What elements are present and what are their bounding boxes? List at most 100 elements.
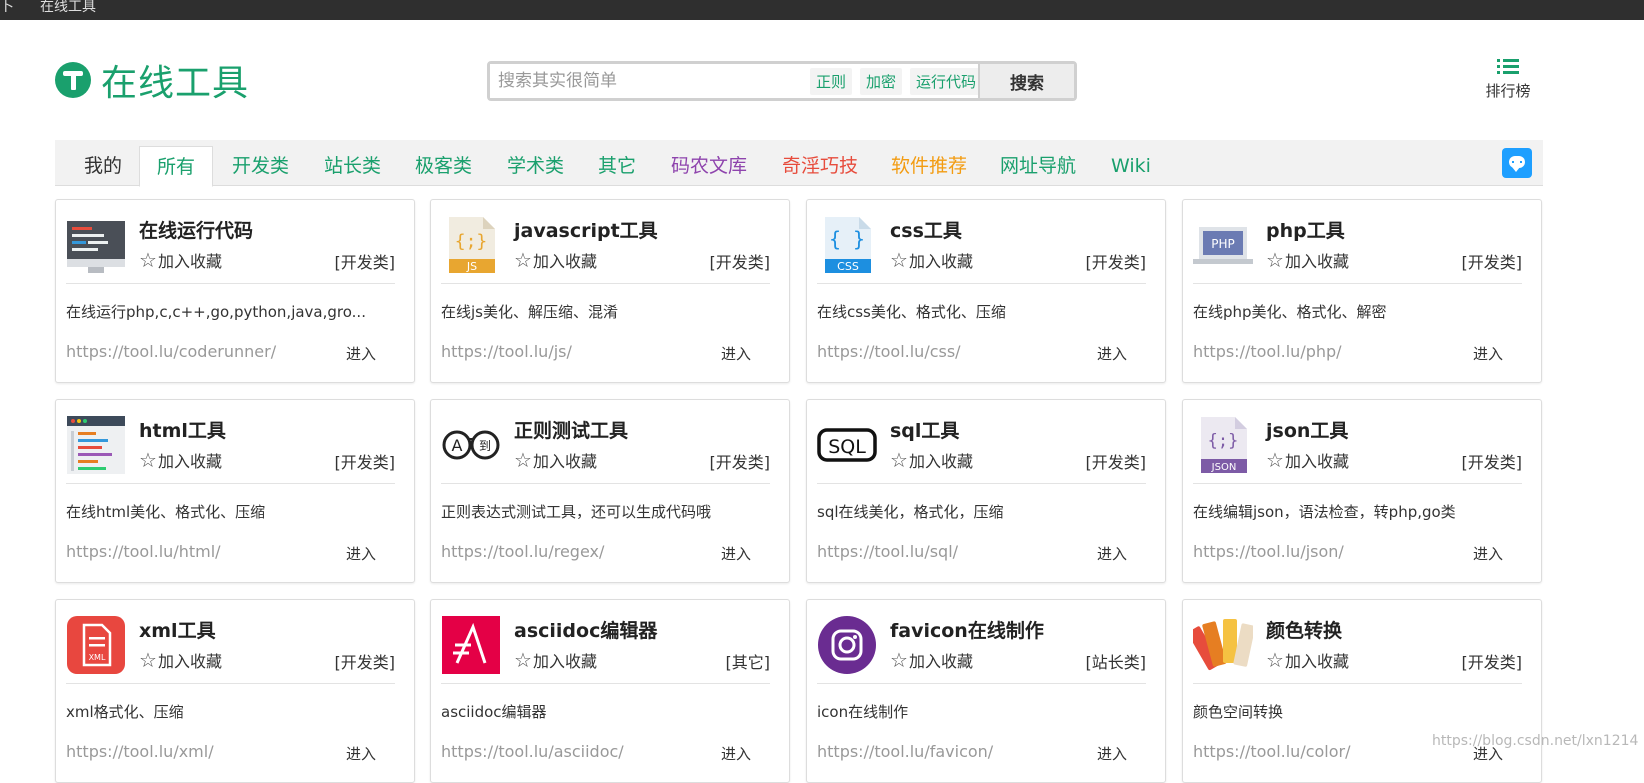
tool-title[interactable]: sql工具 xyxy=(890,416,959,443)
tool-url[interactable]: https://tool.lu/coderunner/ xyxy=(66,342,276,361)
enter-button[interactable]: 进入 xyxy=(1473,343,1503,364)
tool-card-json[interactable]: {;} JSON json工具 ☆ 加入收藏 [开发类] 在线编辑json，语法检… xyxy=(1182,399,1542,583)
tool-title[interactable]: html工具 xyxy=(139,416,226,443)
tool-title[interactable]: json工具 xyxy=(1266,416,1348,443)
tool-title[interactable]: 正则测试工具 xyxy=(514,416,628,443)
html-editor-icon xyxy=(67,416,125,474)
tool-url[interactable]: https://tool.lu/php/ xyxy=(1193,342,1342,361)
divider xyxy=(1193,683,1522,684)
tool-url[interactable]: https://tool.lu/html/ xyxy=(66,542,221,561)
add-favorite[interactable]: ☆ 加入收藏 xyxy=(139,448,222,472)
tool-card-html[interactable]: html工具 ☆ 加入收藏 [开发类] 在线html美化、格式化、压缩 https… xyxy=(55,399,415,583)
star-icon: ☆ xyxy=(514,448,532,472)
add-favorite[interactable]: ☆ 加入收藏 xyxy=(514,648,597,672)
tool-card-js[interactable]: {;} JS javascript工具 ☆ 加入收藏 [开发类] 在线js美化、解… xyxy=(430,199,790,383)
enter-button[interactable]: 进入 xyxy=(1097,543,1127,564)
add-favorite[interactable]: ☆ 加入收藏 xyxy=(1266,648,1349,672)
star-icon: ☆ xyxy=(890,248,908,272)
favorite-label: 加入收藏 xyxy=(1284,252,1349,271)
add-favorite[interactable]: ☆ 加入收藏 xyxy=(514,248,597,272)
tool-card-favicon[interactable]: favicon在线制作 ☆ 加入收藏 [站长类] icon在线制作 https:/… xyxy=(806,599,1166,783)
tool-url[interactable]: https://tool.lu/js/ xyxy=(441,342,572,361)
tool-card-asciidoc[interactable]: asciidoc编辑器 ☆ 加入收藏 [其它] asciidoc编辑器 https… xyxy=(430,599,790,783)
tool-description: 在线css美化、格式化、压缩 xyxy=(817,303,1006,321)
enter-button[interactable]: 进入 xyxy=(721,343,751,364)
tool-category: [开发类] xyxy=(1085,253,1147,272)
tab-navigation[interactable]: 网址导航 xyxy=(1000,146,1076,186)
tool-title[interactable]: asciidoc编辑器 xyxy=(514,616,657,643)
quick-tag-encrypt[interactable]: 加密 xyxy=(860,67,903,95)
divider xyxy=(817,683,1146,684)
chat-button[interactable] xyxy=(1502,148,1532,178)
tool-card-regex[interactable]: A 到 正则测试工具 ☆ 加入收藏 [开发类] 正则表达式测试工具，还可以生成代码… xyxy=(430,399,790,583)
tab-mine[interactable]: 我的 xyxy=(84,146,122,186)
add-favorite[interactable]: ☆ 加入收藏 xyxy=(890,248,973,272)
tool-title[interactable]: css工具 xyxy=(890,216,962,243)
tab-webmaster[interactable]: 站长类 xyxy=(324,146,381,186)
tool-title[interactable]: 颜色转换 xyxy=(1266,616,1342,643)
enter-button[interactable]: 进入 xyxy=(721,743,751,764)
add-favorite[interactable]: ☆ 加入收藏 xyxy=(1266,248,1349,272)
svg-text:CSS: CSS xyxy=(837,260,859,273)
enter-button[interactable]: 进入 xyxy=(1473,543,1503,564)
tool-url[interactable]: https://tool.lu/color/ xyxy=(1193,742,1351,761)
tool-card-css[interactable]: { } CSS css工具 ☆ 加入收藏 [开发类] 在线css美化、格式化、压缩… xyxy=(806,199,1166,383)
tool-card-color[interactable]: 颜色转换 ☆ 加入收藏 [开发类] 颜色空间转换 https://tool.lu/… xyxy=(1182,599,1542,783)
tab-all[interactable]: 所有 xyxy=(139,146,214,187)
tool-url[interactable]: https://tool.lu/regex/ xyxy=(441,542,604,561)
tab-dev[interactable]: 开发类 xyxy=(232,146,289,186)
tool-title[interactable]: 在线运行代码 xyxy=(139,216,253,243)
tool-url[interactable]: https://tool.lu/asciidoc/ xyxy=(441,742,624,761)
add-favorite[interactable]: ☆ 加入收藏 xyxy=(890,648,973,672)
quick-tag-regex[interactable]: 正则 xyxy=(810,67,853,95)
tool-url[interactable]: https://tool.lu/xml/ xyxy=(66,742,214,761)
enter-button[interactable]: 进入 xyxy=(721,543,751,564)
add-favorite[interactable]: ☆ 加入收藏 xyxy=(139,248,222,272)
ranking-link[interactable]: 排行榜 xyxy=(1478,58,1538,101)
tool-title[interactable]: javascript工具 xyxy=(514,216,658,243)
tool-description: 在线运行php,c,c++,go,python,java,gro... xyxy=(66,303,366,321)
search-button[interactable]: 搜索 xyxy=(978,64,1074,98)
tool-url[interactable]: https://tool.lu/json/ xyxy=(1193,542,1344,561)
tool-title[interactable]: php工具 xyxy=(1266,216,1345,243)
sql-icon: SQL xyxy=(817,428,877,462)
tool-card-coderunner[interactable]: 在线运行代码 ☆ 加入收藏 [开发类] 在线运行php,c,c++,go,pyth… xyxy=(55,199,415,383)
tab-wiki[interactable]: Wiki xyxy=(1111,146,1151,186)
json-file-icon: {;} JSON xyxy=(1201,417,1247,473)
tool-url[interactable]: https://tool.lu/css/ xyxy=(817,342,961,361)
tab-library[interactable]: 码农文库 xyxy=(671,146,747,186)
add-favorite[interactable]: ☆ 加入收藏 xyxy=(890,448,973,472)
tool-url[interactable]: https://tool.lu/favicon/ xyxy=(817,742,993,761)
enter-button[interactable]: 进入 xyxy=(346,543,376,564)
tab-tricks[interactable]: 奇淫巧技 xyxy=(782,146,858,186)
browser-tab-title[interactable]: 在线工具 xyxy=(40,0,96,14)
tool-title[interactable]: xml工具 xyxy=(139,616,216,643)
enter-button[interactable]: 进入 xyxy=(1097,343,1127,364)
tool-description: asciidoc编辑器 xyxy=(441,703,547,721)
tool-description: 在线php美化、格式化、解密 xyxy=(1193,303,1387,321)
add-favorite[interactable]: ☆ 加入收藏 xyxy=(514,448,597,472)
tab-geek[interactable]: 极客类 xyxy=(415,146,472,186)
star-icon: ☆ xyxy=(1266,248,1284,272)
tool-card-xml[interactable]: XML xml工具 ☆ 加入收藏 [开发类] xml格式化、压缩 https://… xyxy=(55,599,415,783)
search-input[interactable] xyxy=(490,64,790,98)
svg-text:XML: XML xyxy=(89,653,106,662)
tab-academic[interactable]: 学术类 xyxy=(507,146,564,186)
add-favorite[interactable]: ☆ 加入收藏 xyxy=(1266,448,1349,472)
enter-button[interactable]: 进入 xyxy=(346,343,376,364)
site-logo[interactable]: 在线工具 xyxy=(55,60,249,104)
tab-other[interactable]: 其它 xyxy=(598,146,636,186)
tab-software[interactable]: 软件推荐 xyxy=(891,146,967,186)
quick-tag-run-code[interactable]: 运行代码 xyxy=(910,67,983,95)
tool-url[interactable]: https://tool.lu/sql/ xyxy=(817,542,958,561)
tool-description: 在线js美化、解压缩、混淆 xyxy=(441,303,618,321)
enter-button[interactable]: 进入 xyxy=(346,743,376,764)
svg-text:到: 到 xyxy=(479,439,491,453)
tool-title[interactable]: favicon在线制作 xyxy=(890,616,1044,643)
tool-card-php[interactable]: PHP php工具 ☆ 加入收藏 [开发类] 在线php美化、格式化、解密 htt… xyxy=(1182,199,1542,383)
enter-button[interactable]: 进入 xyxy=(1097,743,1127,764)
t-logo-icon xyxy=(55,62,91,98)
add-favorite[interactable]: ☆ 加入收藏 xyxy=(139,648,222,672)
tool-category: [开发类] xyxy=(1085,453,1147,472)
tool-card-sql[interactable]: SQL sql工具 ☆ 加入收藏 [开发类] sql在线美化，格式化，压缩 htt… xyxy=(806,399,1166,583)
